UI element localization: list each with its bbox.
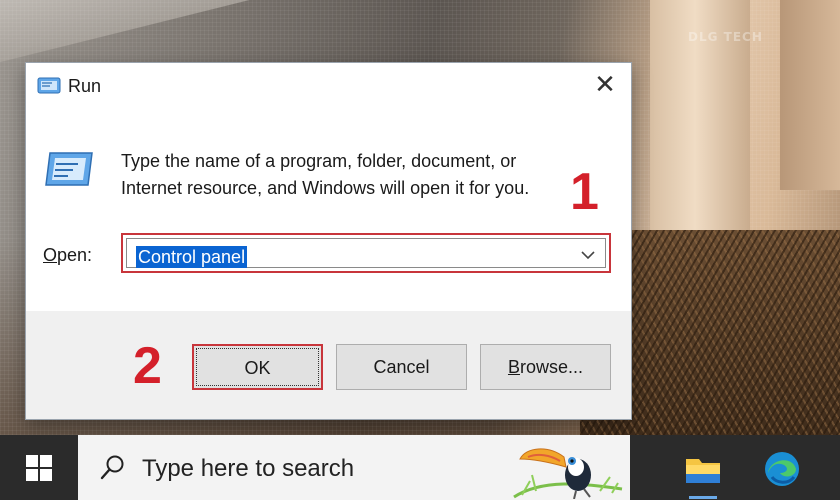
browse-button-label: rowse... [519, 357, 584, 377]
dialog-content-area: Run ✕ Type the name of a program, folder… [26, 63, 631, 311]
open-input-value[interactable]: Control panel [136, 246, 248, 268]
explorer-running-indicator [689, 496, 717, 499]
chevron-down-icon[interactable] [579, 245, 597, 265]
instruction-text: Type the name of a program, folder, docu… [121, 148, 571, 202]
instruction-line-2: Internet resource, and Windows will open… [121, 178, 530, 198]
dialog-title: Run [68, 76, 102, 96]
taskbar-search-box[interactable]: Type here to search [78, 435, 630, 500]
search-icon [100, 455, 124, 480]
browse-button[interactable]: Browse... [480, 344, 611, 390]
porch-post-far [780, 0, 840, 190]
run-app-icon [37, 77, 61, 94]
close-button[interactable]: ✕ [583, 68, 627, 104]
start-button[interactable] [0, 435, 78, 500]
file-explorer-icon[interactable] [683, 449, 723, 489]
focus-ring [196, 348, 319, 386]
step-1-annotation: 1 [570, 163, 599, 221]
open-combobox[interactable]: Control panel [126, 238, 606, 268]
ok-button[interactable]: OK [192, 344, 323, 390]
windows-start-icon [26, 455, 52, 481]
search-highlight-toucan-icon [513, 448, 623, 499]
open-combobox-highlight: Control panel [121, 233, 611, 273]
taskbar: Type here to search [0, 435, 840, 500]
close-icon: ✕ [594, 70, 616, 100]
edge-icon[interactable] [762, 449, 802, 489]
search-placeholder[interactable]: Type here to search [142, 455, 354, 483]
title-bar[interactable]: Run ✕ [26, 63, 631, 109]
instruction-line-1: Type the name of a program, folder, docu… [121, 151, 517, 171]
browse-accesskey: B [507, 357, 520, 377]
watermark-logo: DLG TECH [688, 30, 763, 44]
open-label: Open: [43, 245, 92, 266]
run-dialog: Run ✕ Type the name of a program, folder… [25, 62, 632, 420]
open-label-accesskey: O [43, 245, 58, 265]
step-2-annotation: 2 [133, 337, 162, 395]
cancel-button[interactable]: Cancel [336, 344, 467, 390]
open-label-text: pen: [57, 245, 93, 265]
run-app-icon [45, 152, 93, 186]
cancel-button-label: Cancel [373, 357, 430, 377]
